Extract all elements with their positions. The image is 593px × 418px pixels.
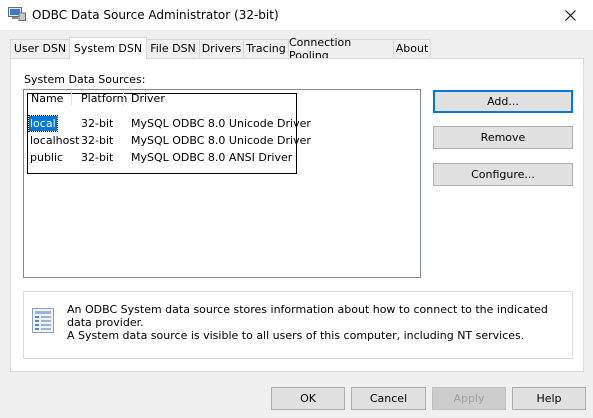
column-header-driver[interactable]: Driver: [131, 92, 165, 105]
dialog-body: User DSN System DSN File DSN Drivers Tra…: [0, 30, 593, 418]
column-header-platform[interactable]: Platform: [81, 92, 127, 105]
apply-button-label: Apply: [453, 392, 485, 405]
help-button[interactable]: Help: [512, 387, 586, 410]
tab-system-dsn[interactable]: System DSN: [69, 37, 147, 59]
tab-file-dsn[interactable]: File DSN: [146, 39, 200, 57]
tab-label: About: [395, 42, 429, 55]
configure-button[interactable]: Configure...: [433, 163, 573, 186]
system-dsn-panel: System Data Sources: Name Platform Drive…: [10, 58, 584, 372]
ok-button[interactable]: OK: [271, 387, 345, 410]
configure-button-label: Configure...: [471, 168, 535, 181]
tab-label: File DSN: [150, 42, 196, 55]
add-button-label: Add...: [487, 95, 519, 108]
column-header-name[interactable]: Name: [31, 92, 63, 105]
dsn-row-public[interactable]: public 32-bit MySQL ODBC 8.0 ANSI Driver: [24, 149, 420, 166]
system-data-sources-label: System Data Sources:: [24, 73, 146, 86]
close-icon: [564, 9, 576, 21]
tab-label: User DSN: [13, 42, 67, 55]
list-header: Name Platform Driver: [24, 90, 420, 107]
remove-button-label: Remove: [480, 131, 526, 144]
column-divider[interactable]: [71, 91, 72, 106]
dsn-driver: MySQL ODBC 8.0 Unicode Driver: [131, 117, 311, 130]
dsn-platform: 32-bit: [81, 134, 114, 147]
dsn-row-local[interactable]: local 32-bit MySQL ODBC 8.0 Unicode Driv…: [24, 115, 420, 132]
tab-label: Drivers: [201, 42, 242, 55]
info-line-1: An ODBC System data source stores inform…: [67, 303, 548, 329]
tab-label: Tracing: [246, 42, 286, 55]
close-button[interactable]: [547, 0, 593, 30]
dsn-driver: MySQL ODBC 8.0 ANSI Driver: [131, 151, 293, 164]
info-line-2: A System data source is visible to all u…: [67, 329, 525, 342]
tab-connection-pooling[interactable]: Connection Pooling: [288, 36, 394, 62]
dsn-platform: 32-bit: [81, 151, 114, 164]
dsn-name: local: [28, 115, 58, 132]
dsn-platform: 32-bit: [81, 117, 114, 130]
ok-button-label: OK: [300, 392, 316, 405]
tab-drivers[interactable]: Drivers: [199, 39, 244, 57]
dsn-driver: MySQL ODBC 8.0 Unicode Driver: [131, 134, 311, 147]
apply-button[interactable]: Apply: [432, 387, 506, 410]
help-button-label: Help: [536, 392, 562, 405]
cancel-button[interactable]: Cancel: [351, 387, 426, 410]
tab-user-dsn[interactable]: User DSN: [10, 39, 70, 57]
info-text: An ODBC System data source stores inform…: [67, 303, 567, 342]
dsn-name: localhost: [30, 134, 80, 147]
cancel-button-label: Cancel: [369, 392, 408, 405]
odbc-app-icon: [8, 7, 26, 21]
tab-tracing[interactable]: Tracing: [243, 39, 289, 57]
tab-label: System DSN: [73, 42, 143, 55]
window-title: ODBC Data Source Administrator (32-bit): [32, 8, 279, 22]
info-box: An ODBC System data source stores inform…: [23, 291, 573, 359]
title-bar: ODBC Data Source Administrator (32-bit): [0, 0, 593, 30]
add-button[interactable]: Add...: [433, 90, 573, 113]
dsn-row-localhost[interactable]: localhost 32-bit MySQL ODBC 8.0 Unicode …: [24, 132, 420, 149]
system-data-sources-list[interactable]: Name Platform Driver local 32-bit MySQL …: [23, 89, 421, 278]
column-divider[interactable]: [123, 91, 124, 106]
dsn-name: public: [30, 151, 64, 164]
tab-about[interactable]: About: [393, 39, 431, 57]
data-source-icon: [32, 308, 56, 334]
remove-button[interactable]: Remove: [433, 126, 573, 149]
